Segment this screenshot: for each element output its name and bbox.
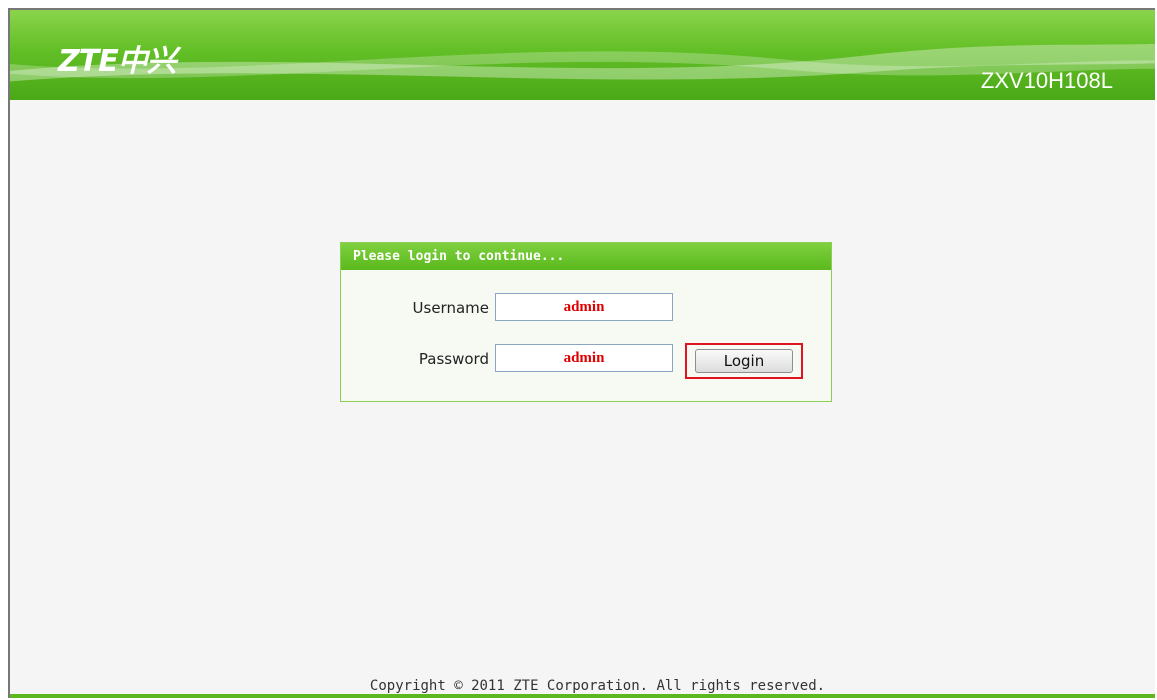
password-field-wrapper	[495, 344, 673, 372]
username-input[interactable]	[496, 294, 672, 321]
login-button[interactable]: Login	[695, 349, 793, 373]
password-label: Password	[418, 350, 489, 368]
copyright-footer: Copyright © 2011 ZTE Corporation. All ri…	[369, 678, 826, 694]
password-input[interactable]	[496, 345, 672, 372]
login-panel: Please login to continue... Username Pas…	[340, 242, 832, 402]
footer-bar	[10, 694, 1155, 698]
page-frame: ZTE中兴 ZXV10H108L Please login to continu…	[8, 8, 1155, 698]
login-button-highlight: Login	[685, 343, 803, 379]
model-name: ZXV10H108L	[980, 68, 1113, 93]
username-row: Username	[341, 293, 831, 323]
username-field-wrapper	[495, 293, 673, 321]
login-panel-title: Please login to continue...	[341, 243, 831, 270]
username-label: Username	[412, 299, 489, 317]
zte-logo: ZTE中兴	[58, 44, 177, 79]
header-banner: ZTE中兴 ZXV10H108L	[10, 10, 1155, 100]
